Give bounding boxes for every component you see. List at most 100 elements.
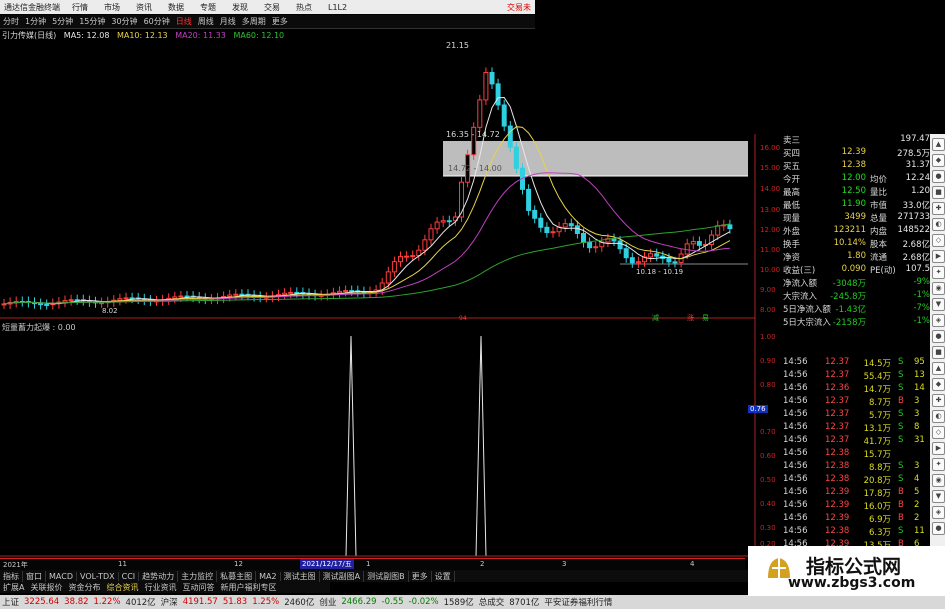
quote-key: 今开 xyxy=(783,175,801,185)
tool-icon[interactable]: ◐ xyxy=(932,410,945,423)
price-tick: 11.00 xyxy=(760,246,781,254)
info-tab[interactable]: 综合资讯 xyxy=(103,582,141,593)
tab[interactable]: 测试副图A xyxy=(320,570,365,582)
tool-icon[interactable]: ● xyxy=(932,330,945,343)
tab[interactable]: 测试副图B xyxy=(364,570,409,582)
tool-icon[interactable]: ✦ xyxy=(932,266,945,279)
candle-body xyxy=(62,300,68,303)
trade-price: 12.37 xyxy=(825,435,850,445)
low-annotation: 8.02 xyxy=(102,307,118,315)
trade-price: 12.37 xyxy=(825,409,850,419)
tool-icon[interactable]: ◇ xyxy=(932,426,945,439)
tab[interactable]: 私募主图 xyxy=(217,570,257,582)
trade-row: 14:56 12.37 8.7万 B 3 xyxy=(780,396,940,409)
tool-icon[interactable]: ✦ xyxy=(932,458,945,471)
tool-icon[interactable]: ◆ xyxy=(932,154,945,167)
candle-body xyxy=(282,292,288,296)
broker-label[interactable]: 平安证券福利行情 xyxy=(544,596,612,608)
trade-side: S xyxy=(898,435,904,445)
tool-icon[interactable]: ■ xyxy=(932,346,945,359)
tab[interactable]: 主力监控 xyxy=(178,570,218,582)
tool-icon[interactable]: ▼ xyxy=(932,298,945,311)
trade-volume: 55.4万 xyxy=(863,372,891,382)
tool-icon[interactable]: ◆ xyxy=(932,378,945,391)
index-value: 2466.29 xyxy=(341,597,377,607)
trade-price: 12.37 xyxy=(825,396,850,406)
tool-icon[interactable]: ◐ xyxy=(932,218,945,231)
tab[interactable]: 更多 xyxy=(409,570,432,582)
watermark-url: www.zbgs3.com xyxy=(788,575,916,591)
info-tab[interactable]: 新用户福利专区 xyxy=(217,582,279,593)
trade-count: 2 xyxy=(914,500,920,510)
high-annotation: 21.15 xyxy=(446,41,469,50)
trade-price: 12.38 xyxy=(825,526,850,536)
index-amount: 1589亿 xyxy=(443,598,474,608)
info-tab[interactable]: 扩展A xyxy=(0,582,27,593)
quote-key: 换手 xyxy=(783,240,801,250)
tool-icon[interactable]: ◉ xyxy=(932,282,945,295)
candle-body xyxy=(715,225,721,236)
trade-price: 12.37 xyxy=(825,357,850,367)
tool-icon[interactable]: ✚ xyxy=(932,202,945,215)
tool-icon[interactable]: ▶ xyxy=(932,442,945,455)
info-tab[interactable]: 关联报价 xyxy=(27,582,65,593)
candle-body xyxy=(684,243,690,255)
tab[interactable]: MA2 xyxy=(256,571,281,581)
index-name[interactable]: 创业 xyxy=(319,596,336,608)
quote-row: 5日大宗流入 -2158万 -1% xyxy=(780,316,940,328)
quote-row: 买五 12.38 31.37 xyxy=(780,160,940,172)
marker-sell: 涨 xyxy=(687,313,694,322)
candle-body xyxy=(648,253,654,258)
ind-tick: 0.70 xyxy=(760,428,776,436)
ma-lines-group xyxy=(3,96,731,305)
candle-body xyxy=(422,239,428,251)
quote-key: 大宗流入 xyxy=(783,292,818,302)
tool-icon[interactable]: ◉ xyxy=(932,474,945,487)
index-name[interactable]: 总成交 xyxy=(479,596,505,608)
tool-icon[interactable]: ✚ xyxy=(932,394,945,407)
candle-body xyxy=(99,302,105,305)
trade-row: 14:56 12.37 55.4万 S 13 xyxy=(780,370,940,383)
tab[interactable]: CCI xyxy=(119,571,140,581)
tab[interactable]: 指标 xyxy=(0,570,23,582)
tab[interactable]: 测试主图 xyxy=(281,570,320,582)
ind-tick: 0.80 xyxy=(760,381,776,389)
info-tab[interactable]: 互动问答 xyxy=(179,582,217,593)
tab[interactable]: VOL-TDX xyxy=(77,571,119,581)
candle-body xyxy=(538,217,544,228)
tool-icon[interactable]: ◇ xyxy=(932,234,945,247)
range2-annotation: 14.72 - 14.00 xyxy=(448,164,502,173)
trade-time: 14:56 xyxy=(783,357,808,367)
candle-body xyxy=(434,221,440,230)
tool-icon[interactable]: ▲ xyxy=(932,362,945,375)
tool-icon[interactable]: ▶ xyxy=(932,250,945,263)
tool-icon[interactable]: ■ xyxy=(932,186,945,199)
quote-panel: 卖三 197.47 买四 12.39 278.5万 买五 12.38 31.37 今开 12.00… xyxy=(780,134,940,577)
tool-icon[interactable]: ● xyxy=(932,522,945,535)
candle-body xyxy=(123,297,129,300)
tool-icon[interactable]: ▲ xyxy=(932,138,945,151)
tab[interactable]: 设置 xyxy=(432,570,455,582)
tool-icon[interactable]: ◈ xyxy=(932,506,945,519)
tab[interactable]: MACD xyxy=(46,571,77,581)
info-tab[interactable]: 资金分布 xyxy=(65,582,103,593)
tab[interactable]: 窗口 xyxy=(23,570,46,582)
quote-key: 最高 xyxy=(783,188,801,198)
trade-time: 14:56 xyxy=(783,370,808,380)
index-name[interactable]: 上证 xyxy=(2,596,19,608)
trade-row: 14:56 12.37 5.7万 S 3 xyxy=(780,409,940,422)
tab[interactable]: 趋势动力 xyxy=(139,570,179,582)
quote-value: 3499 xyxy=(844,212,866,222)
trade-time: 14:56 xyxy=(783,487,808,497)
tool-icon[interactable]: ● xyxy=(932,170,945,183)
trade-price: 12.39 xyxy=(825,513,850,523)
index-name[interactable]: 沪深 xyxy=(161,596,178,608)
candle-body xyxy=(574,225,580,234)
tool-icon[interactable]: ▼ xyxy=(932,490,945,503)
price-tick: 14.00 xyxy=(760,185,781,193)
ma5-line xyxy=(3,96,731,305)
quote-value: 123211 xyxy=(833,225,866,235)
info-tab[interactable]: 行业资讯 xyxy=(141,582,179,593)
tool-icon[interactable]: ◈ xyxy=(932,314,945,327)
trade-count: 3 xyxy=(914,461,920,471)
